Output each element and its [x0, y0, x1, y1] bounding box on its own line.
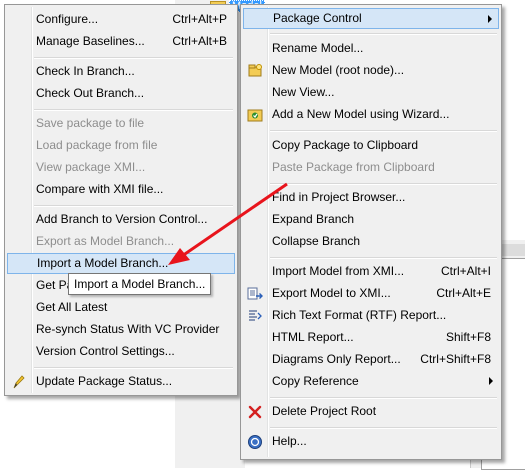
menu-item-label: Check In Branch... [36, 64, 135, 78]
menu-item-import-model-branch[interactable]: Import a Model Branch... [7, 253, 235, 274]
menu-item-shortcut: Ctrl+Alt+E [436, 286, 491, 300]
submenu-arrow-icon [489, 377, 493, 385]
menu-item-shortcut: Ctrl+Alt+B [172, 34, 227, 48]
package-control-submenu: Configure... Ctrl+Alt+P Manage Baselines… [4, 4, 238, 396]
menu-item-find-in-browser[interactable]: Find in Project Browser... [243, 187, 499, 208]
menu-item-label: Save package to file [36, 116, 145, 130]
menu-item-label: Copy Reference [272, 374, 359, 388]
menu-item-new-view[interactable]: New View... [243, 82, 499, 103]
menu-item-resynch-status[interactable]: Re-synch Status With VC Provider [7, 319, 235, 340]
menu-item-check-in-branch[interactable]: Check In Branch... [7, 61, 235, 82]
xmi-export-icon [247, 286, 263, 302]
menu-item-label: Add a New Model using Wizard... [272, 107, 450, 121]
rtf-report-icon [247, 308, 263, 324]
menu-item-label: New View... [272, 85, 335, 99]
menu-item-label: Configure... [36, 12, 99, 26]
menu-item-label: New Model (root node)... [272, 63, 405, 77]
menu-item-label: Manage Baselines... [36, 34, 145, 48]
menu-item-rtf-report[interactable]: Rich Text Format (RTF) Report... [243, 305, 499, 326]
menu-item-new-model[interactable]: New Model (root node)... [243, 60, 499, 81]
model-context-menu: Package Control Rename Model... New Mode… [240, 4, 502, 460]
menu-item-label: Export Model to XMI... [272, 286, 391, 300]
menu-item-add-model-wizard[interactable]: Add a New Model using Wizard... [243, 104, 499, 125]
menu-item-check-out-branch[interactable]: Check Out Branch... [7, 83, 235, 104]
menu-item-manage-baselines[interactable]: Manage Baselines... Ctrl+Alt+B [7, 31, 235, 52]
menu-item-rename-model[interactable]: Rename Model... [243, 38, 499, 59]
menu-item-load-package-from-file: Load package from file [7, 135, 235, 156]
menu-item-delete-project-root[interactable]: Delete Project Root [243, 401, 499, 422]
menu-separator [270, 33, 497, 35]
menu-item-help[interactable]: Help... [243, 431, 499, 452]
menu-item-compare-with-xmi[interactable]: Compare with XMI file... [7, 179, 235, 200]
menu-item-copy-package[interactable]: Copy Package to Clipboard [243, 135, 499, 156]
menu-separator [34, 57, 233, 59]
menu-item-label: HTML Report... [272, 330, 354, 344]
menu-item-paste-package: Paste Package from Clipboard [243, 157, 499, 178]
menu-separator [34, 205, 233, 207]
menu-item-vc-settings[interactable]: Version Control Settings... [7, 341, 235, 362]
menu-item-label: Compare with XMI file... [36, 182, 164, 196]
menu-item-copy-reference[interactable]: Copy Reference [243, 371, 499, 392]
menu-item-update-package-status[interactable]: Update Package Status... [7, 371, 235, 392]
menu-separator [34, 109, 233, 111]
menu-item-label: Paste Package from Clipboard [272, 160, 435, 174]
menu-item-label: Diagrams Only Report... [272, 352, 401, 366]
menu-item-label: Add Branch to Version Control... [36, 212, 208, 226]
menu-item-label: Check Out Branch... [36, 86, 145, 100]
menu-item-label: Rich Text Format (RTF) Report... [272, 308, 447, 322]
menu-item-label: Import Model from XMI... [272, 264, 405, 278]
menu-item-save-package-to-file: Save package to file [7, 113, 235, 134]
help-icon [247, 434, 263, 450]
menu-item-collapse-branch[interactable]: Collapse Branch [243, 231, 499, 252]
menu-separator [270, 427, 497, 429]
new-model-icon [247, 63, 263, 79]
wizard-icon [247, 107, 263, 123]
menu-item-expand-branch[interactable]: Expand Branch [243, 209, 499, 230]
menu-separator [270, 257, 497, 259]
menu-item-label: Find in Project Browser... [272, 190, 406, 204]
menu-item-import-xmi[interactable]: Import Model from XMI... Ctrl+Alt+I [243, 261, 499, 282]
menu-item-label: Delete Project Root [272, 404, 377, 418]
menu-item-shortcut: Ctrl+Alt+P [172, 12, 227, 26]
menu-item-html-report[interactable]: HTML Report... Shift+F8 [243, 327, 499, 348]
menu-item-export-xmi[interactable]: Export Model to XMI... Ctrl+Alt+E [243, 283, 499, 304]
menu-item-label: Load package from file [36, 138, 158, 152]
menu-item-label: Expand Branch [272, 212, 355, 226]
menu-item-configure[interactable]: Configure... Ctrl+Alt+P [7, 9, 235, 30]
menu-separator [270, 397, 497, 399]
menu-item-label: Collapse Branch [272, 234, 361, 248]
menu-item-label: View package XMI... [36, 160, 146, 174]
menu-item-shortcut: Ctrl+Shift+F8 [420, 352, 491, 366]
menu-item-label: Update Package Status... [36, 374, 173, 388]
menu-item-label: Export as Model Branch... [36, 234, 175, 248]
menu-item-package-control[interactable]: Package Control [243, 8, 499, 29]
menu-item-label: Rename Model... [272, 41, 364, 55]
menu-separator [270, 183, 497, 185]
menu-item-label: Get All Latest [36, 300, 108, 314]
menu-item-shortcut: Ctrl+Alt+I [440, 264, 491, 278]
menu-item-label: Help... [272, 434, 307, 448]
menu-separator [34, 367, 233, 369]
tooltip: Import a Model Branch... [68, 273, 212, 295]
menu-item-shortcut: Shift+F8 [445, 330, 491, 344]
menu-item-view-package-xmi: View package XMI... [7, 157, 235, 178]
menu-separator [270, 130, 497, 132]
submenu-arrow-icon [488, 15, 492, 23]
menu-item-diagrams-report[interactable]: Diagrams Only Report... Ctrl+Shift+F8 [243, 349, 499, 370]
menu-item-label: Package Control [273, 11, 362, 25]
menu-item-label: Version Control Settings... [36, 344, 175, 358]
menu-item-label: Import a Model Branch... [37, 256, 169, 270]
menu-item-add-branch-to-vc[interactable]: Add Branch to Version Control... [7, 209, 235, 230]
menu-item-get-all-latest[interactable]: Get All Latest [7, 297, 235, 318]
menu-item-export-as-model-branch: Export as Model Branch... [7, 231, 235, 252]
menu-item-label: Re-synch Status With VC Provider [36, 322, 220, 336]
menu-item-label: Copy Package to Clipboard [272, 138, 419, 152]
delete-x-icon [247, 404, 263, 420]
pencil-icon [11, 374, 27, 390]
